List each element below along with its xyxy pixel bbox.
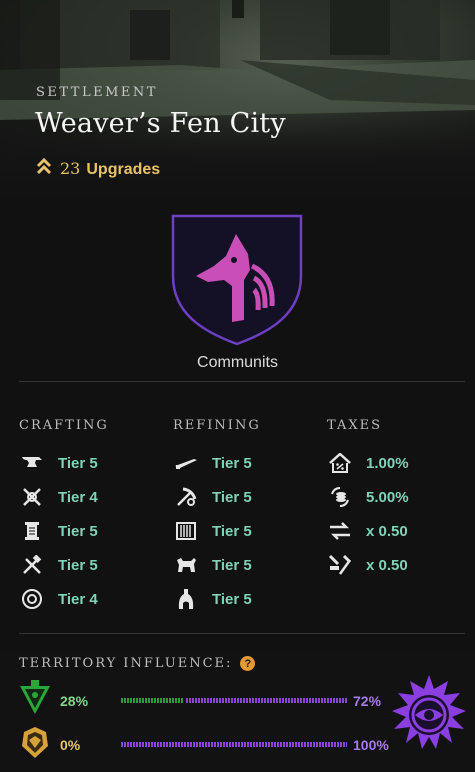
- refining-tier-value: Tier 5: [212, 522, 252, 540]
- refining-tier-value: Tier 5: [212, 488, 252, 506]
- green-faction-emblem-icon: [18, 680, 52, 721]
- loom-icon: [174, 520, 198, 542]
- crafting-tier-value: Tier 4: [58, 488, 98, 506]
- chevron-up-rank-icon: [36, 157, 52, 180]
- refining-row: Tier 5: [174, 553, 252, 577]
- crossed-tools-icon: [20, 486, 44, 508]
- scroll-icon: [20, 520, 44, 542]
- help-icon[interactable]: ?: [240, 656, 256, 671]
- left-percentage: 0%: [60, 737, 81, 753]
- house-tax-icon: [328, 452, 352, 474]
- tax-value: 5.00%: [366, 488, 409, 506]
- tannery-icon: [174, 554, 198, 576]
- refining-row: Tier 5: [174, 451, 252, 475]
- tax-row: x 0.50: [328, 553, 408, 577]
- refining-tier-value: Tier 5: [212, 454, 252, 472]
- right-percentage: 72%: [353, 693, 382, 709]
- crafting-row: Tier 5: [20, 553, 98, 577]
- purple-faction-emblem-icon: [388, 673, 470, 765]
- trade-arrows-icon: [328, 520, 352, 542]
- sword-blade-icon: [174, 452, 198, 474]
- taxes-header: TAXES: [327, 418, 382, 433]
- influence-row: 0% 100%: [18, 724, 389, 765]
- tax-value: 1.00%: [366, 454, 409, 472]
- ring-gem-icon: [20, 588, 44, 610]
- influence-bar-right-segment: [186, 698, 347, 703]
- crafting-tier-value: Tier 4: [58, 590, 98, 608]
- right-percentage: 100%: [353, 737, 389, 753]
- settlement-kicker: SETTLEMENT: [36, 85, 158, 100]
- crafting-row: Tier 5: [20, 451, 98, 475]
- refining-tier-value: Tier 5: [212, 590, 252, 608]
- territory-influence-title: TERRITORY INFLUENCE:: [19, 656, 233, 671]
- company-name[interactable]: Communits: [0, 354, 475, 372]
- upgrades-label: Upgrades: [86, 160, 161, 178]
- crafting-row: Tier 5: [20, 519, 98, 543]
- influence-bar: [121, 742, 347, 747]
- influence-bar: [121, 698, 347, 703]
- crafting-tier-value: Tier 5: [58, 454, 98, 472]
- tax-row: x 0.50: [328, 519, 408, 543]
- left-percentage: 28%: [60, 693, 89, 709]
- influence-row: 28% 72%: [18, 680, 382, 721]
- hammer-saw-icon: [20, 554, 44, 576]
- refining-tier-value: Tier 5: [212, 556, 252, 574]
- upgrades-summary: 23 Upgrades: [36, 157, 160, 180]
- anvil-icon: [20, 452, 44, 474]
- pickaxe-gear-icon: [174, 486, 198, 508]
- crafting-row: Tier 4: [20, 485, 98, 509]
- settlement-title: Weaver’s Fen City: [35, 108, 286, 139]
- section-divider: [19, 381, 465, 382]
- yellow-faction-emblem-icon: [18, 724, 52, 765]
- crafting-row: Tier 4: [20, 587, 98, 611]
- upgrades-count: 23: [60, 158, 81, 178]
- refining-row: Tier 5: [174, 519, 252, 543]
- coin-cycle-icon: [328, 486, 352, 508]
- tax-row: 1.00%: [328, 451, 409, 475]
- company-shield-emblem[interactable]: [170, 214, 304, 346]
- tax-value: x 0.50: [366, 556, 408, 574]
- tax-row: 5.00%: [328, 485, 409, 509]
- refining-row: Tier 5: [174, 485, 252, 509]
- smelter-icon: [174, 588, 198, 610]
- refining-row: Tier 5: [174, 587, 252, 611]
- crafting-tier-value: Tier 5: [58, 522, 98, 540]
- refining-header: REFINING: [173, 418, 261, 433]
- section-divider: [19, 633, 465, 634]
- influence-bar-right-segment: [121, 742, 347, 747]
- crafting-header: CRAFTING: [19, 418, 109, 433]
- tax-value: x 0.50: [366, 522, 408, 540]
- territory-influence-header: TERRITORY INFLUENCE: ?: [19, 656, 256, 671]
- crafting-tier-value: Tier 5: [58, 556, 98, 574]
- anvil-hammer-icon: [328, 554, 352, 576]
- influence-bar-left-segment: [121, 698, 184, 703]
